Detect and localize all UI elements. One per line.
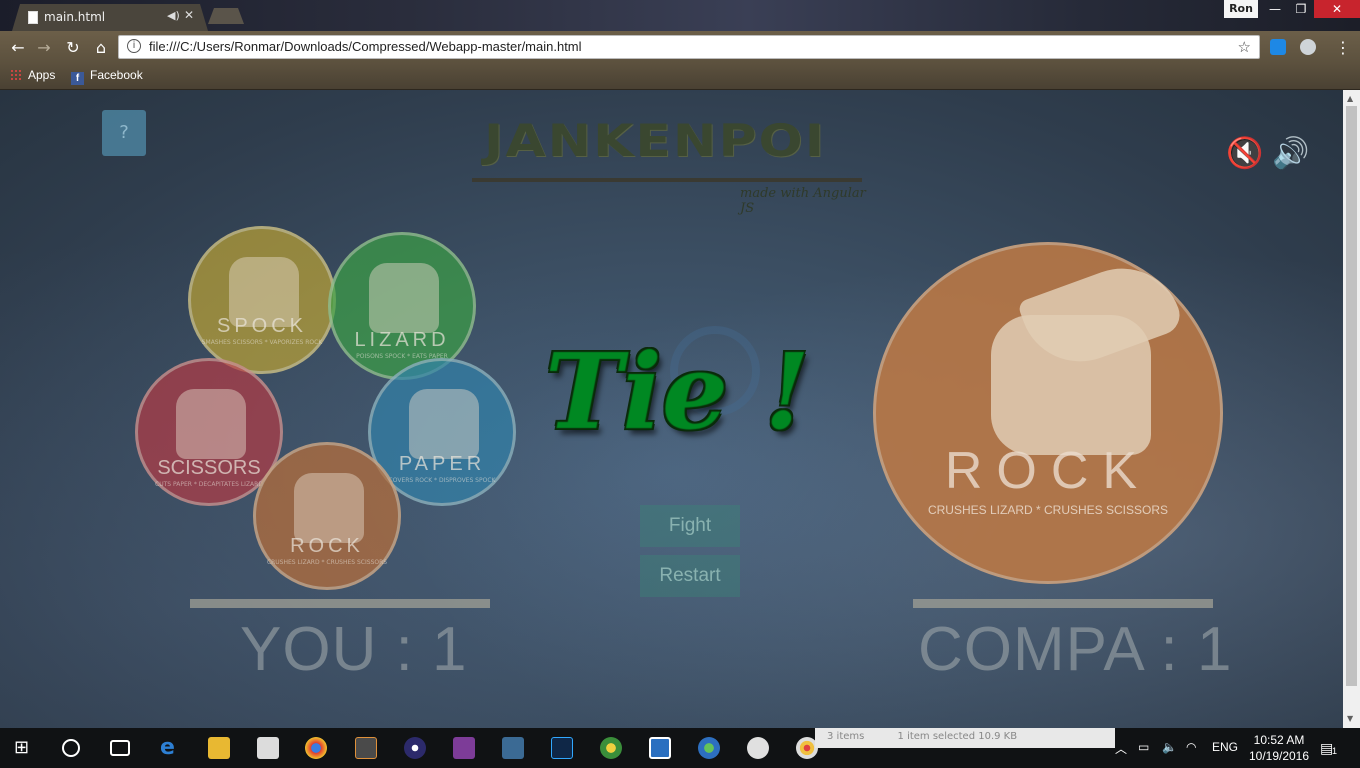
menu-icon[interactable]: ⋮ <box>1333 38 1353 57</box>
page-icon <box>28 11 38 24</box>
tray-chevron-icon[interactable]: ︿ <box>1115 740 1127 757</box>
scroll-up-icon[interactable]: ▲ <box>1347 94 1353 103</box>
speaker-icon[interactable]: 🔈 <box>1162 740 1177 754</box>
extension-chat-icon[interactable] <box>1270 39 1286 55</box>
app-window-icon[interactable] <box>649 737 671 759</box>
wifi-icon[interactable]: ◠ <box>1186 740 1196 754</box>
choice-lizard[interactable]: LIZARD POISONS SPOCK * EATS PAPER <box>328 232 476 380</box>
tab-title: main.html <box>44 10 106 24</box>
fight-button[interactable]: Fight <box>640 505 740 547</box>
choice-rock[interactable]: ROCK CRUSHES LIZARD * CRUSHES SCISSORS <box>253 442 401 590</box>
language-indicator[interactable]: ENG <box>1212 740 1238 754</box>
battery-icon[interactable]: ▭ <box>1138 740 1149 754</box>
browser-tab[interactable]: main.html ◀) ✕ <box>12 4 208 31</box>
reload-icon[interactable]: ↻ <box>63 38 83 57</box>
back-icon[interactable]: ← <box>8 38 28 57</box>
explorer-status-bar: 3 items 1 item selected 10.9 KB <box>815 728 1115 748</box>
result-text: Tie ! <box>545 330 810 453</box>
scrollbar-thumb[interactable] <box>1346 106 1357 686</box>
apps-grid-icon <box>10 69 22 81</box>
bookmarks-bar: Apps f Facebook <box>0 63 1360 90</box>
close-window-icon[interactable]: ✕ <box>1314 0 1360 18</box>
mute-icon[interactable]: 🔇 <box>1226 136 1263 171</box>
scissors-hand-icon <box>176 389 246 459</box>
bookmark-apps[interactable]: Apps <box>10 68 55 82</box>
notification-count: 1 <box>1332 746 1338 756</box>
choice-spock[interactable]: SPOCK SMASHES SCISSORS * VAPORIZES ROCK <box>188 226 336 374</box>
snipping-icon[interactable] <box>747 737 769 759</box>
address-url[interactable]: file:///C:/Users/Ronmar/Downloads/Compre… <box>149 39 582 54</box>
tab-audio-icon[interactable]: ◀) <box>167 9 180 22</box>
computer-score: COMPA : 1 <box>918 615 1233 684</box>
logo: JANKENPOI made with Angular JS <box>472 116 868 216</box>
tab-close-icon[interactable]: ✕ <box>184 8 194 22</box>
extension-cloud-icon[interactable] <box>1300 39 1316 55</box>
profile-button[interactable]: Ron <box>1224 0 1258 18</box>
mysql-workbench-icon[interactable] <box>502 737 524 759</box>
eclipse-icon[interactable] <box>404 737 426 759</box>
minimize-icon[interactable]: — <box>1262 0 1288 18</box>
info-icon[interactable]: i <box>127 39 141 53</box>
help-button[interactable]: ? <box>102 110 146 156</box>
new-tab-button[interactable] <box>208 8 244 24</box>
logo-underline <box>472 178 862 182</box>
computer-score-bar <box>913 599 1213 608</box>
scroll-down-icon[interactable]: ▼ <box>1347 714 1353 723</box>
address-bar[interactable]: i file:///C:/Users/Ronmar/Downloads/Comp… <box>118 35 1260 59</box>
game-page: ? JANKENPOI made with Angular JS 🔇 🔊 SPO… <box>0 90 1343 728</box>
taskbar: ⊞ e 3 items 1 item selected 10.9 KB ︿ ▭ … <box>0 728 1360 768</box>
clock-date: 10/19/2016 <box>1248 749 1310 763</box>
player-score-bar <box>190 599 490 608</box>
forward-icon[interactable]: → <box>34 38 54 57</box>
download-manager-icon[interactable] <box>698 737 720 759</box>
lizard-hand-icon <box>369 263 439 333</box>
bookmark-facebook[interactable]: f Facebook <box>71 68 143 85</box>
edge-icon[interactable]: e <box>160 737 182 759</box>
restore-icon[interactable]: ❐ <box>1288 0 1314 18</box>
photoshop-icon[interactable] <box>551 737 573 759</box>
game-icon[interactable] <box>600 737 622 759</box>
computer-choice: ROCK CRUSHES LIZARD * CRUSHES SCISSORS <box>873 242 1223 584</box>
facebook-icon: f <box>71 72 84 85</box>
computer-choice-name: ROCK <box>944 442 1152 500</box>
page-scrollbar[interactable]: ▲ ▼ <box>1343 90 1360 728</box>
clock-time: 10:52 AM <box>1253 733 1305 747</box>
rock-hand-icon <box>294 473 364 543</box>
store-icon[interactable] <box>257 737 279 759</box>
home-icon[interactable]: ⌂ <box>91 38 111 57</box>
chrome-icon[interactable] <box>305 737 327 759</box>
paper-hand-icon <box>409 389 479 459</box>
task-view-icon[interactable] <box>110 740 130 756</box>
bookmark-star-icon[interactable]: ☆ <box>1238 38 1251 56</box>
title-bar: main.html ◀) ✕ Ron — ❐ ✕ <box>0 0 1360 31</box>
rock-fist-icon <box>991 315 1151 455</box>
system-clock[interactable]: 10:52 AM 10/19/2016 <box>1244 732 1314 764</box>
computer-choice-desc: CRUSHES LIZARD * CRUSHES SCISSORS <box>927 503 1169 517</box>
logo-tagline: made with Angular JS <box>740 186 866 216</box>
logo-title: JANKENPOI <box>484 116 827 167</box>
search-icon[interactable] <box>62 739 80 757</box>
file-explorer-icon[interactable] <box>208 737 230 759</box>
browser-toolbar: ← → ↻ ⌂ i file:///C:/Users/Ronmar/Downlo… <box>0 31 1360 63</box>
player-score: YOU : 1 <box>240 615 468 684</box>
sublime-icon[interactable] <box>355 737 377 759</box>
windows-start-icon[interactable]: ⊞ <box>14 737 36 759</box>
volume-icon[interactable]: 🔊 <box>1272 136 1309 171</box>
restart-button[interactable]: Restart <box>640 555 740 597</box>
onenote-icon[interactable] <box>453 737 475 759</box>
